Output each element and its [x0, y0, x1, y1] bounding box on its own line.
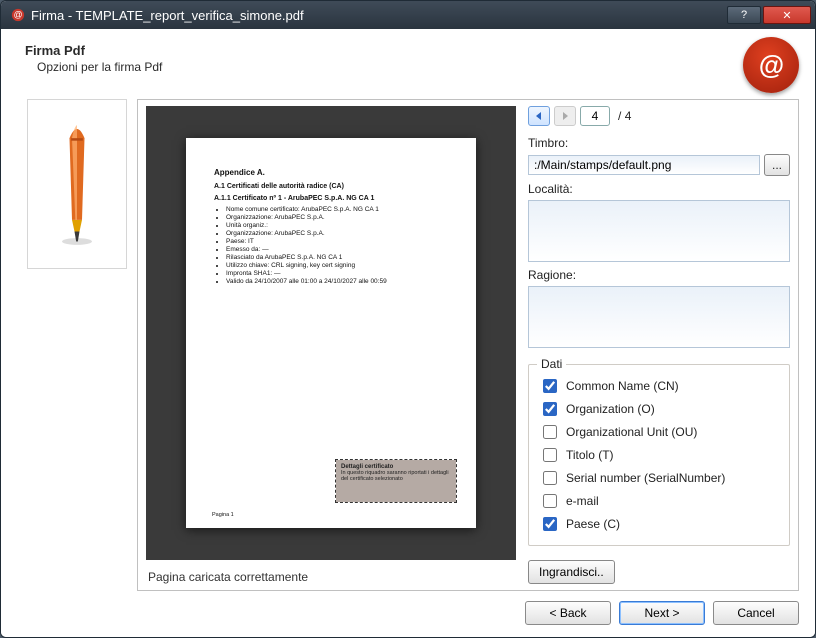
page-title: Firma Pdf [25, 43, 743, 58]
app-icon: @ [11, 8, 25, 22]
reason-label: Ragione: [528, 268, 790, 282]
next-button[interactable]: Next > [619, 601, 705, 625]
titlebar: @ Firma - TEMPLATE_report_verifica_simon… [1, 1, 815, 29]
stamp-label: Timbro: [528, 136, 790, 150]
help-button[interactable]: ? [727, 6, 761, 24]
pen-illustration [27, 99, 127, 269]
header-row: Firma Pdf Opzioni per la firma Pdf @ [17, 43, 799, 93]
dati-checkbox[interactable] [543, 402, 557, 416]
dati-item-label: Paese (C) [566, 517, 620, 531]
doc-section: A.1 Certificati delle autorità radice (C… [214, 183, 452, 190]
dati-item-label: Serial number (SerialNumber) [566, 471, 725, 485]
dati-group-label: Dati [537, 357, 566, 371]
doc-bullet: Rilasciato da ArubaPEC S.p.A. NG CA 1 [226, 254, 452, 261]
wizard-footer: < Back Next > Cancel [137, 601, 799, 625]
doc-bullet: Valido da 24/10/2007 alle 01:00 a 24/10/… [226, 278, 452, 285]
dati-item-label: Organization (O) [566, 402, 655, 416]
dati-checkbox[interactable] [543, 517, 557, 531]
next-page-button[interactable] [554, 106, 576, 126]
dati-item[interactable]: e-mail [539, 491, 779, 511]
doc-bullet: Utilizzo chiave: CRL signing, key cert s… [226, 262, 452, 269]
sig-body: In questo riquadro saranno riportati i d… [341, 470, 451, 482]
doc-bullet: Nome comune certificato: ArubaPEC S.p.A.… [226, 206, 452, 213]
location-input[interactable] [528, 200, 790, 262]
reason-input[interactable] [528, 286, 790, 348]
dati-checkbox[interactable] [543, 379, 557, 393]
wax-seal-icon: @ [743, 37, 799, 93]
doc-bullet: Organizzazione: ArubaPEC S.p.A. [226, 230, 452, 237]
dati-item[interactable]: Common Name (CN) [539, 376, 779, 396]
close-button[interactable]: ✕ [763, 6, 811, 24]
stamp-path-input[interactable] [528, 155, 760, 175]
client-area: Firma Pdf Opzioni per la firma Pdf @ [1, 29, 815, 637]
doc-bullet: Paese: IT [226, 238, 452, 245]
dati-item-label: e-mail [566, 494, 599, 508]
status-text: Pagina caricata correttamente [146, 566, 516, 584]
pdf-preview-pane[interactable]: Appendice A. A.1 Certificati delle autor… [146, 106, 516, 560]
dati-item[interactable]: Organization (O) [539, 399, 779, 419]
browse-stamp-button[interactable]: ... [764, 154, 790, 176]
cancel-button[interactable]: Cancel [713, 601, 799, 625]
current-page-input[interactable] [580, 106, 610, 126]
dati-checkbox[interactable] [543, 425, 557, 439]
doc-bullet: Impronta SHA1: — [226, 270, 452, 277]
dati-item[interactable]: Titolo (T) [539, 445, 779, 465]
doc-bullet: Unità organiz.: [226, 222, 452, 229]
page-total-label: / 4 [614, 109, 631, 123]
doc-bullets: Nome comune certificato: ArubaPEC S.p.A.… [226, 206, 452, 285]
doc-page-footer: Pagina 1 [212, 512, 234, 518]
signature-placeholder[interactable]: Dettagli certificato In questo riquadro … [336, 460, 456, 502]
dati-item-label: Organizational Unit (OU) [566, 425, 697, 439]
pdf-page: Appendice A. A.1 Certificati delle autor… [186, 138, 476, 528]
dati-item-label: Titolo (T) [566, 448, 614, 462]
doc-bullet: Organizzazione: ArubaPEC S.p.A. [226, 214, 452, 221]
dati-checkbox[interactable] [543, 494, 557, 508]
zoom-button[interactable]: Ingrandisci.. [528, 560, 615, 584]
window-title: Firma - TEMPLATE_report_verifica_simone.… [31, 8, 304, 23]
page-subtitle: Opzioni per la firma Pdf [37, 60, 743, 74]
svg-text:@: @ [14, 10, 23, 20]
dati-item[interactable]: Organizational Unit (OU) [539, 422, 779, 442]
dialog-window: @ Firma - TEMPLATE_report_verifica_simon… [0, 0, 816, 638]
doc-subsection: A.1.1 Certificato nº 1 - ArubaPEC S.p.A.… [214, 195, 452, 202]
prev-page-button[interactable] [528, 106, 550, 126]
doc-bullet: Emesso da: — [226, 246, 452, 253]
dati-item-label: Common Name (CN) [566, 379, 679, 393]
back-button[interactable]: < Back [525, 601, 611, 625]
dati-checkbox[interactable] [543, 448, 557, 462]
dati-item[interactable]: Serial number (SerialNumber) [539, 468, 779, 488]
location-label: Località: [528, 182, 790, 196]
dati-group: Dati Common Name (CN)Organization (O)Org… [528, 364, 790, 546]
dati-checkbox[interactable] [543, 471, 557, 485]
dati-item[interactable]: Paese (C) [539, 514, 779, 534]
doc-title: Appendice A. [214, 168, 452, 177]
